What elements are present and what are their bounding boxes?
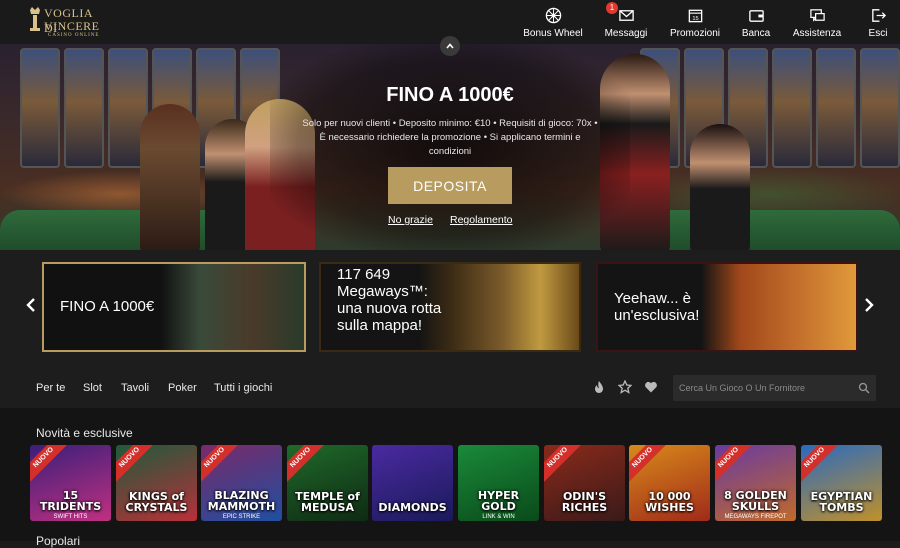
carousel-next-button[interactable] xyxy=(862,296,876,314)
section-title-popular: Popolari xyxy=(36,534,81,548)
calendar-icon: 15 xyxy=(688,9,702,23)
game-title: EGYPTIAN TOMBS xyxy=(810,490,873,514)
game-subtitle: SWIFT HITS xyxy=(53,514,88,520)
hero-title: FINO A 1000€ xyxy=(386,84,514,106)
game-tile[interactable]: NUOVO ODIN'S RICHES xyxy=(544,445,625,521)
calendar-day: 15 xyxy=(692,16,698,22)
nav-label: Promozioni xyxy=(669,28,721,39)
nav-assistenza[interactable]: Assistenza xyxy=(791,0,843,44)
new-ribbon: NUOVO xyxy=(287,445,326,483)
game-title: HYPER GOLD xyxy=(477,489,520,513)
chevron-right-icon xyxy=(865,298,874,312)
filter-tavoli[interactable]: Tavoli xyxy=(121,382,149,394)
game-tile[interactable]: NUOVO KINGS of CRYSTALS xyxy=(116,445,197,521)
envelope-icon xyxy=(618,10,634,21)
game-tile[interactable]: DIAMONDS xyxy=(372,445,453,521)
game-title: BLAZING MAMMOTH xyxy=(207,489,276,513)
game-subtitle: EPIC STRIKE xyxy=(222,514,261,520)
nav-esci[interactable]: Esci xyxy=(862,0,894,44)
promo-card-text: 117 649 Megaways™: una nuova rotta sulla… xyxy=(337,266,442,334)
filter-poker[interactable]: Poker xyxy=(168,382,197,394)
new-ribbon: NUOVO xyxy=(30,445,69,483)
slot-machines-right xyxy=(640,48,900,198)
game-tile[interactable]: NUOVO 15 TRIDENTS SWIFT HITS xyxy=(30,445,111,521)
player-figure xyxy=(140,104,200,250)
section-title-new: Novità e esclusive xyxy=(36,426,133,440)
game-title: 15 TRIDENTS xyxy=(39,489,102,513)
nav-label: Esci xyxy=(868,28,888,39)
promo-card[interactable]: Yeehaw... è un'esclusiva! xyxy=(596,262,858,352)
nav-messaggi[interactable]: Messaggi 1 xyxy=(600,0,652,44)
rules-link[interactable]: Regolamento xyxy=(450,214,512,226)
promo-card-text: Yeehaw... è un'esclusiva! xyxy=(614,290,700,324)
wheel-icon xyxy=(545,7,561,24)
new-ribbon: NUOVO xyxy=(201,445,240,483)
logout-icon xyxy=(871,9,886,22)
nav-promozioni[interactable]: 15 Promozioni xyxy=(667,0,723,44)
notification-badge: 1 xyxy=(606,2,618,14)
logo-line2: VINCERE xyxy=(44,19,100,33)
no-thanks-link[interactable]: No grazie xyxy=(388,214,433,226)
game-title: 10 000 WISHES xyxy=(645,490,694,514)
filter-per-te[interactable]: Per te xyxy=(36,382,65,394)
promo-card[interactable]: 117 649 Megaways™: una nuova rotta sulla… xyxy=(319,262,581,352)
new-ribbon: NUOVO xyxy=(544,445,583,483)
nav-label: Banca xyxy=(741,28,771,39)
nav-bonus-wheel[interactable]: Bonus Wheel xyxy=(522,0,584,44)
flame-icon[interactable] xyxy=(592,380,606,394)
filter-tutti-i-giochi[interactable]: Tutti i giochi xyxy=(214,382,272,394)
player-figure xyxy=(690,124,750,250)
heart-icon[interactable] xyxy=(644,380,658,394)
game-tile[interactable]: NUOVO TEMPLE of MEDUSA xyxy=(287,445,368,521)
game-subtitle: MEGAWAYS FIREPOT xyxy=(724,514,787,520)
game-tile[interactable]: NUOVO BLAZING MAMMOTH EPIC STRIKE xyxy=(201,445,282,521)
game-title: TEMPLE of MEDUSA xyxy=(295,490,360,514)
star-badge-icon[interactable] xyxy=(618,380,632,394)
search-icon[interactable] xyxy=(858,382,870,394)
new-ribbon: NUOVO xyxy=(629,445,668,483)
game-title: DIAMONDS xyxy=(378,501,447,514)
new-ribbon: NUOVO xyxy=(715,445,754,483)
crown-logo-icon xyxy=(30,7,40,31)
collapse-hero-button[interactable] xyxy=(440,36,460,56)
game-tile[interactable]: NUOVO 10 000 WISHES xyxy=(629,445,710,521)
filter-slot[interactable]: Slot xyxy=(83,382,102,394)
game-subtitle: LINK & WIN xyxy=(482,514,515,520)
chevron-left-icon xyxy=(26,298,35,312)
hero-terms-text: Solo per nuovi clienti • Deposito minimo… xyxy=(302,118,598,157)
carousel-prev-button[interactable] xyxy=(24,296,38,314)
nav-label: Bonus Wheel xyxy=(523,28,583,39)
game-tile[interactable]: NUOVO EGYPTIAN TOMBS xyxy=(801,445,882,521)
search-box xyxy=(673,375,876,401)
search-input[interactable] xyxy=(679,375,849,401)
new-ribbon: NUOVO xyxy=(801,445,840,483)
nav-label: Assistenza xyxy=(792,28,842,39)
game-title: 8 GOLDEN SKULLS xyxy=(724,489,787,513)
game-tile[interactable]: NUOVO 8 GOLDEN SKULLS MEGAWAYS FIREPOT xyxy=(715,445,796,521)
game-title: KINGS of CRYSTALS xyxy=(125,490,188,514)
new-ribbon: NUOVO xyxy=(116,445,155,483)
promo-card-text: FINO A 1000€ xyxy=(60,298,155,315)
nav-label: Messaggi xyxy=(604,28,648,39)
game-tile[interactable]: HYPER GOLD LINK & WIN xyxy=(458,445,539,521)
promo-card[interactable]: FINO A 1000€ xyxy=(42,262,306,352)
chevron-up-icon xyxy=(446,43,454,49)
deposit-button[interactable]: DEPOSITA xyxy=(388,167,512,204)
chat-icon xyxy=(809,9,825,22)
nav-banca[interactable]: Banca xyxy=(736,0,776,44)
logo-line3: CASINO ONLINE xyxy=(48,33,100,38)
game-title: ODIN'S RICHES xyxy=(561,490,608,514)
wallet-icon xyxy=(748,10,764,22)
site-logo[interactable]: VOGLIA DI VINCERE CASINO ONLINE xyxy=(28,4,108,40)
